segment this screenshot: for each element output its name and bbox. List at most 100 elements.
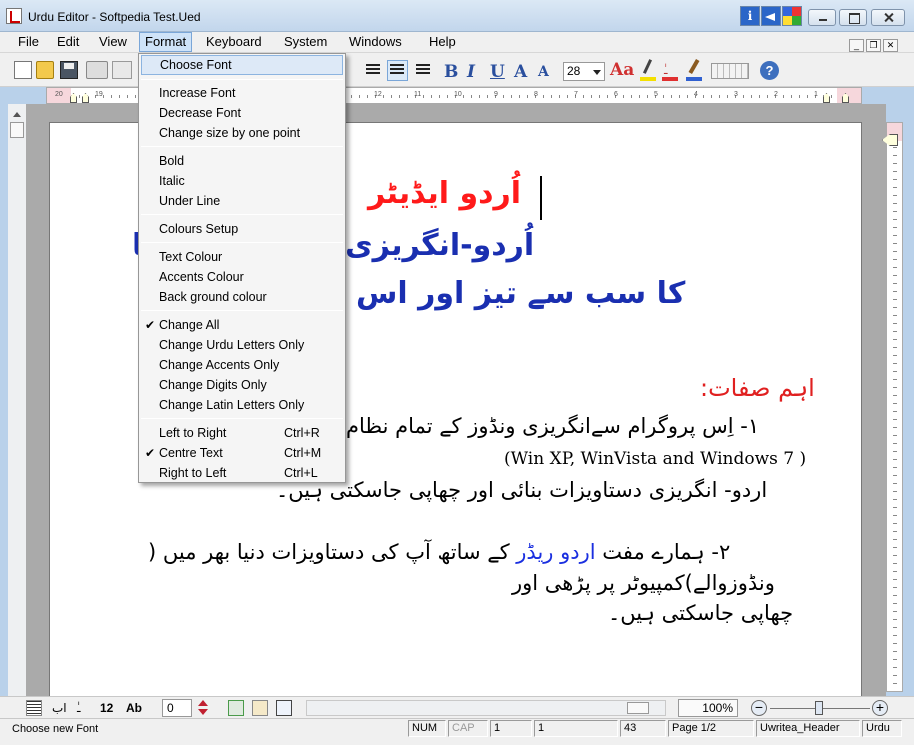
frame-icon[interactable] (276, 700, 292, 716)
decrease-font-icon[interactable]: A (538, 64, 549, 80)
menu-file[interactable]: File (13, 32, 44, 52)
menu-change-all[interactable]: ✔ Change All (141, 315, 343, 335)
zoom-out-icon[interactable]: − (751, 700, 767, 716)
ruler-number: 19 (95, 91, 103, 98)
menu-change-size-one-point[interactable]: Change size by one point (141, 123, 343, 143)
increase-font-icon[interactable]: A (514, 62, 527, 82)
underline-icon[interactable]: U (490, 62, 505, 82)
font-size-select[interactable]: 28 (563, 62, 605, 81)
menu-accents-colour[interactable]: Accents Colour (141, 267, 343, 287)
help-icon[interactable]: ? (760, 61, 779, 80)
doc-point-2-line-3: چھاپی جاسکتی ہیں۔ (608, 601, 794, 625)
list-icon[interactable] (26, 700, 42, 716)
color-grid-icon[interactable] (782, 6, 802, 26)
maximize-button[interactable] (839, 9, 867, 26)
accent-toggle[interactable]: ـٰ (77, 700, 81, 716)
menu-bold[interactable]: Bold (141, 151, 343, 171)
menu-italic[interactable]: Italic (141, 171, 343, 191)
menu-keyboard[interactable]: Keyboard (201, 32, 267, 52)
italic-icon[interactable]: I (467, 62, 475, 82)
menu-item-label: Left to Right (159, 426, 227, 440)
refresh-icon[interactable] (228, 700, 244, 716)
menu-change-latin-only[interactable]: Change Latin Letters Only (141, 395, 343, 415)
menu-text-colour[interactable]: Text Colour (141, 247, 343, 267)
ruler-number: 6 (614, 91, 618, 98)
print-icon[interactable] (86, 61, 108, 79)
menu-change-urdu-only[interactable]: Change Urdu Letters Only (141, 335, 343, 355)
doc-minimize-button[interactable]: _ (849, 39, 864, 52)
background-colour-brush-icon[interactable] (686, 59, 702, 81)
menu-decrease-font[interactable]: Decrease Font (141, 103, 343, 123)
menu-view[interactable]: View (94, 32, 132, 52)
image-icon[interactable] (252, 700, 268, 716)
rtl-toggle[interactable]: اب (52, 700, 67, 716)
keyboard-icon[interactable] (711, 63, 749, 79)
menu-change-accents-only[interactable]: Change Accents Only (141, 355, 343, 375)
menu-right-to-left[interactable]: Right to Left Ctrl+L (141, 463, 343, 483)
back-arrow-icon[interactable] (761, 6, 781, 26)
accents-colour-icon[interactable]: ـٰ (662, 59, 678, 81)
case-toggle[interactable]: Ab (126, 700, 142, 716)
font-color-icon[interactable]: Aa (610, 60, 634, 80)
menu-centre-text[interactable]: ✔ Centre Text Ctrl+M (141, 443, 343, 463)
status-num: NUM (408, 720, 446, 737)
menu-choose-font[interactable]: Choose Font (141, 55, 343, 75)
vertical-ruler[interactable] (886, 122, 903, 692)
menu-colours-setup[interactable]: Colours Setup (141, 219, 343, 239)
menu-system[interactable]: System (279, 32, 332, 52)
menu-item-label: Italic (159, 174, 185, 188)
menu-change-digits-only[interactable]: Change Digits Only (141, 375, 343, 395)
menu-windows[interactable]: Windows (344, 32, 407, 52)
zoom-slider-thumb[interactable] (815, 701, 823, 715)
menu-item-label: Under Line (159, 194, 221, 208)
save-disk-icon[interactable] (60, 61, 78, 79)
size-toggle[interactable]: 12 (100, 700, 113, 716)
align-justify-icon[interactable] (416, 64, 430, 76)
status-cap: CAP (448, 720, 488, 737)
scroll-thumb[interactable] (10, 122, 24, 138)
close-button[interactable] (871, 9, 905, 26)
chevron-down-icon (593, 70, 601, 75)
scroll-up-icon[interactable] (13, 112, 21, 117)
new-document-icon[interactable] (14, 61, 32, 79)
vertical-scrollbar[interactable] (8, 104, 26, 696)
info-icon[interactable]: i (740, 6, 760, 26)
spin-arrows-icon[interactable] (196, 700, 208, 716)
minimize-button[interactable] (808, 9, 836, 26)
doc-point-2-line-2: ونڈوزوالے)کمپیوٹر پر پڑھی اور (512, 571, 775, 595)
horizontal-scrollbar[interactable] (306, 700, 666, 716)
menu-underline[interactable]: Under Line (141, 191, 343, 211)
checkmark-icon: ✔ (145, 446, 156, 460)
open-folder-icon[interactable] (36, 61, 54, 79)
doc-close-button[interactable]: ✕ (883, 39, 898, 52)
ruler-number: 8 (534, 91, 538, 98)
menu-bar: File Edit View Format Keyboard System Wi… (0, 32, 914, 53)
menu-background-colour[interactable]: Back ground colour (141, 287, 343, 307)
menu-increase-font[interactable]: Increase Font (141, 83, 343, 103)
menu-edit[interactable]: Edit (52, 32, 84, 52)
menu-shortcut: Ctrl+M (284, 446, 322, 460)
print-preview-icon[interactable] (112, 61, 132, 79)
align-right-icon[interactable] (366, 64, 380, 76)
text-colour-pen-icon[interactable] (640, 59, 656, 81)
ruler-number: 11 (414, 91, 422, 98)
title-bar: Urdu Editor - Softpedia Test.Ued i (0, 0, 914, 32)
spin-input[interactable]: 0 (162, 699, 192, 717)
bottom-toolbar: اب ـٰ 12 Ab 0 100% − + (0, 696, 914, 718)
bold-icon[interactable]: B (444, 62, 458, 82)
menu-shortcut: Ctrl+L (284, 466, 318, 480)
app-icon[interactable] (6, 8, 22, 24)
menu-format[interactable]: Format (139, 32, 193, 52)
menu-left-to-right[interactable]: Left to Right Ctrl+R (141, 423, 343, 443)
menu-separator (141, 79, 343, 80)
menu-help[interactable]: Help (424, 32, 461, 52)
zoom-in-icon[interactable]: + (872, 700, 888, 716)
urdu-reader-link[interactable]: اردو ریڈر (516, 540, 595, 564)
zoom-level[interactable]: 100% (678, 699, 738, 717)
text-caret (540, 176, 542, 220)
font-size-value: 28 (567, 64, 581, 78)
menu-separator (141, 242, 343, 243)
horizontal-scroll-thumb[interactable] (627, 702, 649, 714)
doc-restore-button[interactable]: ❐ (866, 39, 881, 52)
status-char-count: 43 (620, 720, 666, 737)
